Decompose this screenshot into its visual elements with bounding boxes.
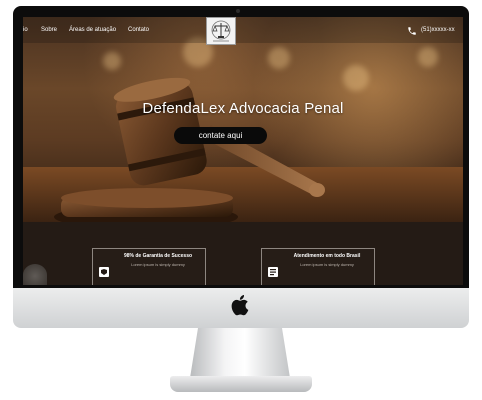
gavel-image — [54, 77, 325, 222]
monitor-base — [170, 376, 312, 392]
document-icon — [268, 267, 278, 277]
feature-title: 98% de Garantia de Sucesso — [123, 253, 193, 259]
features-section: 98% de Garantia de Sucesso Lorem ipsum i… — [23, 222, 463, 285]
nav-link-inicio[interactable]: io — [23, 27, 28, 33]
nav-link-sobre[interactable]: Sobre — [41, 27, 57, 33]
background-light — [418, 47, 438, 67]
feature-card-nationwide: Atendimento em todo Brasil Lorem ipsum i… — [261, 248, 375, 285]
monitor-stand — [190, 328, 290, 378]
top-navigation: io Sobre Áreas de atuação Contato (51)xx… — [23, 17, 463, 45]
balance-scale-logo[interactable] — [206, 17, 236, 45]
shield-icon — [99, 267, 109, 277]
feature-title: Atendimento em todo Brasil — [293, 253, 361, 259]
camera-dot — [236, 9, 240, 13]
side-seal-image — [23, 264, 47, 285]
feature-description: Lorem ipsum is simply dummy — [300, 262, 354, 267]
background-light — [343, 65, 369, 91]
phone-icon — [408, 27, 416, 35]
background-light — [268, 47, 290, 69]
website-screen: io Sobre Áreas de atuação Contato (51)xx… — [23, 17, 463, 285]
hero-title: DefendaLex Advocacia Penal — [142, 100, 344, 117]
hero-section: io Sobre Áreas de atuação Contato (51)xx… — [23, 17, 463, 222]
balance-scale-icon — [211, 20, 231, 42]
feature-card-success: 98% de Garantia de Sucesso Lorem ipsum i… — [92, 248, 206, 285]
contact-button[interactable]: contate aqui — [174, 127, 267, 144]
nav-link-areas-de-atuacao[interactable]: Áreas de atuação — [69, 27, 116, 33]
phone-number[interactable]: (51)xxxxx-xx — [421, 27, 455, 33]
nav-link-contato[interactable]: Contato — [128, 27, 149, 33]
feature-description: Lorem ipsum is simply dummy — [131, 262, 185, 267]
apple-logo-icon — [231, 295, 249, 316]
